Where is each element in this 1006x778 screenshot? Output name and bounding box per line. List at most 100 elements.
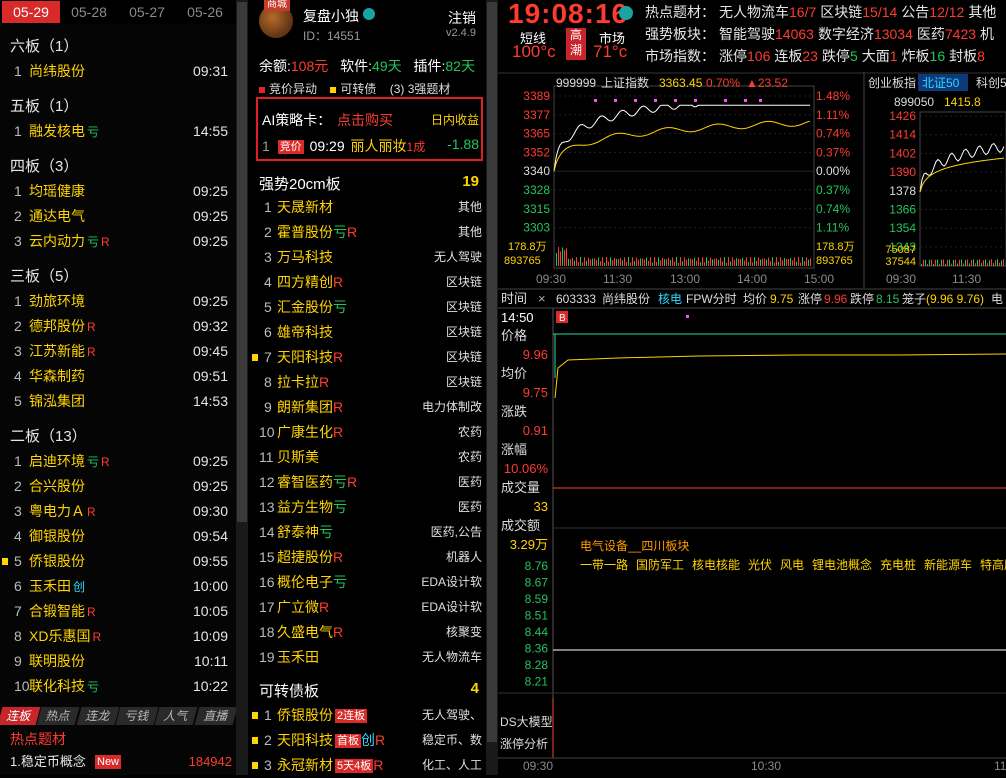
board-group-title[interactable]: 四板（3） <box>0 154 236 179</box>
strong-stock-row[interactable]: 15 超捷股份R 机器人 <box>250 545 486 570</box>
summary-token[interactable]: 跌停 <box>822 48 850 64</box>
summary-token[interactable]: 公告 <box>901 4 929 20</box>
stock-row[interactable]: 3 江苏新能 R 09:45 <box>0 339 236 364</box>
date-tab-3[interactable]: 05-26 <box>176 4 234 20</box>
summary-token[interactable]: 炸板 <box>902 48 930 64</box>
strong-stock-row[interactable]: 12 睿智医药亏R 医药 <box>250 470 486 495</box>
strong-stock-row[interactable]: 10 广康生化R 农药 <box>250 420 486 445</box>
left-tab-1[interactable]: 热点 <box>36 707 81 725</box>
strong-stock-row[interactable]: 14 舒泰神亏 医药,公告 <box>250 520 486 545</box>
summary-token[interactable]: 连板 <box>774 48 802 64</box>
middle-scrollbar[interactable] <box>486 0 498 775</box>
row-num: 3 <box>14 503 22 519</box>
summary-token[interactable]: 8 <box>977 48 985 64</box>
stock-row[interactable]: 6 玉禾田创 10:00 <box>0 574 236 599</box>
stock-row[interactable]: 1 融发核电亏 14:55 <box>0 119 236 144</box>
strong-stock-row[interactable]: 17 广立微R EDA设计软 <box>250 595 486 620</box>
stock-row[interactable]: 4 华森制药 09:51 <box>0 364 236 389</box>
summary-token[interactable]: 5 <box>850 48 858 64</box>
ai-strategy-card[interactable]: AI策略卡： 点击购买 日内收益 1 竞价 09:29 丽人丽妆1成 -1.88 <box>256 97 483 161</box>
strong-stock-row[interactable]: 8 拉卡拉R 区块链 <box>250 370 486 395</box>
strong-stock-row[interactable]: 19 玉禾田 无人物流车 <box>250 645 486 670</box>
stock-row[interactable]: 9 联明股份 10:11 <box>0 649 236 674</box>
board-group-title[interactable]: 二板（13） <box>0 424 236 449</box>
ai-row[interactable]: 1 竞价 09:29 丽人丽妆1成 <box>262 136 425 156</box>
board-group-title[interactable]: 六板（1） <box>0 34 236 59</box>
date-tab-0[interactable]: 05-29 <box>2 1 60 23</box>
strong-stock-row[interactable]: 1 天晟新材 其他 <box>250 195 486 220</box>
strong-stock-row[interactable]: 7 天阳科技R 区块链 <box>250 345 486 370</box>
stock-row[interactable]: 8 XD乐惠国 R 10:09 <box>0 624 236 649</box>
stock-row[interactable]: 1 劲旅环境 09:25 <box>0 289 236 314</box>
stock-row[interactable]: 2 合兴股份 09:25 <box>0 474 236 499</box>
summary-token[interactable]: 大面 <box>862 48 890 64</box>
summary-token[interactable]: 16 <box>930 48 946 64</box>
left-scrollbar-thumb[interactable] <box>237 2 247 522</box>
strong-stock-row[interactable]: 11 贝斯美 农药 <box>250 445 486 470</box>
left-scrollbar[interactable] <box>236 0 248 775</box>
summary-token[interactable]: 区块链 <box>820 4 862 20</box>
left-tab-0[interactable]: 连板 <box>0 707 41 725</box>
stock-row[interactable]: 5 锦泓集团 14:53 <box>0 389 236 414</box>
summary-token[interactable]: 医药 <box>917 26 945 42</box>
summary-token[interactable]: 13034 <box>874 26 913 42</box>
summary-token[interactable]: 12/12 <box>929 4 964 20</box>
bond-stock-row[interactable]: 2 天阳科技 首板 创R 稳定币、数 <box>250 728 486 753</box>
hot-topic-row[interactable]: 1.稳定币概念 New 184942 <box>0 750 236 774</box>
left-tab-4[interactable]: 人气 <box>154 707 199 725</box>
strong-stock-row[interactable]: 3 万马科技 无人驾驶 <box>250 245 486 270</box>
summary-token[interactable]: 106 <box>747 48 770 64</box>
stock-row[interactable]: 3 云内动力亏 R 09:25 <box>0 229 236 254</box>
stock-row[interactable]: 3 粤电力Ａ R 09:30 <box>0 499 236 524</box>
board-group-title[interactable]: 五板（1） <box>0 94 236 119</box>
refresh-icon[interactable] <box>619 6 633 20</box>
date-tab-2[interactable]: 05-27 <box>118 4 176 20</box>
summary-token[interactable]: 封板 <box>949 48 977 64</box>
strong-stock-row[interactable]: 13 益方生物亏 医药 <box>250 495 486 520</box>
strong-stock-row[interactable]: 5 汇金股份亏 区块链 <box>250 295 486 320</box>
summary-token[interactable]: 23 <box>802 48 818 64</box>
bond-stock-row[interactable]: 1 侨银股份 2连板 无人驾驶、 <box>250 703 486 728</box>
summary-token[interactable]: 无人物流车 <box>719 4 789 20</box>
stock-row[interactable]: 10 联化科技亏 10:22 <box>0 674 236 699</box>
summary-token[interactable]: 1 <box>890 48 898 64</box>
strong-stock-row[interactable]: 18 久盛电气R 核聚变 <box>250 620 486 645</box>
stock-row[interactable]: 1 尚纬股份 09:31 <box>0 59 236 84</box>
stock-row[interactable]: 5 侨银股份 09:55 <box>0 549 236 574</box>
stock-row[interactable]: 7 合锻智能 R 10:05 <box>0 599 236 624</box>
summary-token[interactable]: 其他 <box>968 4 996 20</box>
stock-row[interactable]: 4 御银股份 09:54 <box>0 524 236 549</box>
board-group-title[interactable]: 三板（5） <box>0 264 236 289</box>
summary-token[interactable]: 15/14 <box>862 4 897 20</box>
volume-bar <box>762 258 763 266</box>
summary-token[interactable]: 数字经济 <box>818 26 874 42</box>
strong-stock-row[interactable]: 2 霍普股份亏R 其他 <box>250 220 486 245</box>
verified-icon <box>363 8 375 20</box>
strong-stock-row[interactable]: 6 雄帝科技 区块链 <box>250 320 486 345</box>
strong-stock-row[interactable]: 4 四方精创R 区块链 <box>250 270 486 295</box>
middle-scrollbar-thumb[interactable] <box>487 2 497 742</box>
summary-token[interactable]: 机 <box>980 26 994 42</box>
summary-token[interactable]: 14063 <box>775 26 814 42</box>
left-tab-2[interactable]: 连龙 <box>76 707 120 725</box>
stock-row[interactable]: 1 启迪环境亏 R 09:25 <box>0 449 236 474</box>
summary-token[interactable]: 16/7 <box>789 4 816 20</box>
date-tab-1[interactable]: 05-28 <box>60 4 118 20</box>
left-tab-3[interactable]: 亏钱 <box>115 707 159 725</box>
logout-link[interactable]: 注销 <box>448 8 476 28</box>
r-flag: R <box>373 757 384 773</box>
left-tab-5[interactable]: 直播 <box>194 707 236 725</box>
stock-name: 德邦股份 R <box>29 314 96 340</box>
strong-stock-row[interactable]: 9 朗新集团R 电力体制改 <box>250 395 486 420</box>
summary-token[interactable]: 涨停 <box>719 48 747 64</box>
stock-row[interactable]: 2 德邦股份 R 09:32 <box>0 314 236 339</box>
summary-token[interactable]: 7423 <box>945 26 976 42</box>
mall-tag[interactable]: 商城 <box>264 0 290 11</box>
row-num: 2 <box>264 732 272 748</box>
stock-row[interactable]: 2 通达电气 09:25 <box>0 204 236 229</box>
stock-row[interactable]: 1 均瑶健康 09:25 <box>0 179 236 204</box>
bond-stock-row[interactable]: 3 永冠新材 5天4板 R 化工、人工 <box>250 753 486 778</box>
strong-stock-row[interactable]: 16 概伦电子亏 EDA设计软 <box>250 570 486 595</box>
summary-token[interactable]: 智能驾驶 <box>719 26 775 42</box>
ai-buy-link[interactable]: 点击购买 <box>337 110 393 130</box>
